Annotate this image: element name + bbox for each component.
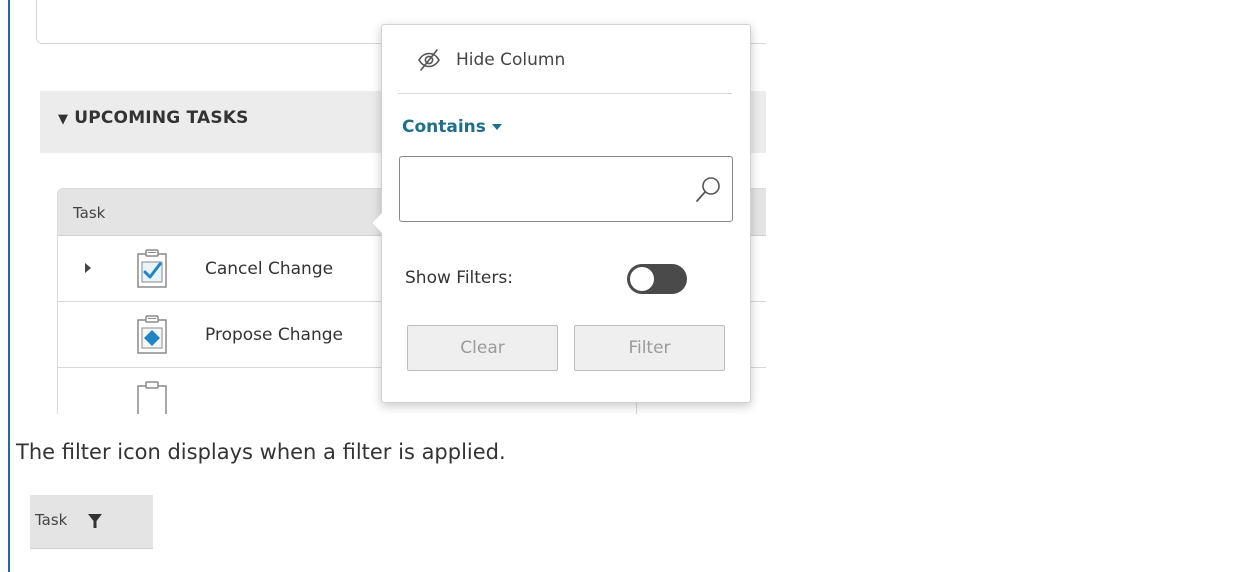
show-filters-label: Show Filters: [405, 268, 513, 288]
expand-row-icon[interactable] [85, 263, 91, 273]
operator-label: Contains [402, 117, 486, 137]
task-name[interactable]: Propose Change [205, 325, 343, 345]
filter-funnel-icon[interactable] [87, 512, 103, 530]
caret-down-icon [491, 124, 502, 130]
operator-dropdown[interactable]: Contains [402, 117, 502, 137]
popup-pointer [371, 212, 382, 234]
section-title-text: UPCOMING TASKS [74, 108, 249, 128]
toggle-knob [630, 267, 654, 291]
popup-divider [398, 93, 732, 94]
hide-column-button[interactable]: Hide Column [416, 45, 565, 75]
clear-button[interactable]: Clear [407, 325, 558, 371]
task-name[interactable]: Cancel Change [205, 259, 333, 279]
clipboard-check-icon [137, 249, 167, 288]
eye-slash-icon [418, 49, 440, 71]
clipboard-icon [137, 381, 167, 414]
show-filters-toggle[interactable] [627, 264, 687, 294]
hide-column-label: Hide Column [456, 50, 566, 70]
column-header-task[interactable]: Task [73, 204, 105, 222]
section-title: ▼ UPCOMING TASKS [58, 108, 249, 128]
column-header-task[interactable]: Task [35, 511, 67, 529]
search-icon [696, 177, 720, 202]
filter-search-input[interactable] [408, 165, 678, 213]
filter-search-field[interactable] [399, 156, 733, 222]
screenshot-filter-popup: ▼ UPCOMING TASKS Task Cancel Change Propo… [10, 0, 766, 414]
filtered-column-header[interactable]: Task [30, 495, 153, 549]
collapse-arrow-icon[interactable]: ▼ [58, 112, 68, 127]
caption-text: The filter icon displays when a filter i… [16, 440, 506, 464]
column-filter-popup: Hide Column Contains Show Filters: Clear… [371, 24, 751, 403]
clipboard-diamond-icon [137, 315, 167, 354]
filter-button[interactable]: Filter [574, 325, 725, 371]
